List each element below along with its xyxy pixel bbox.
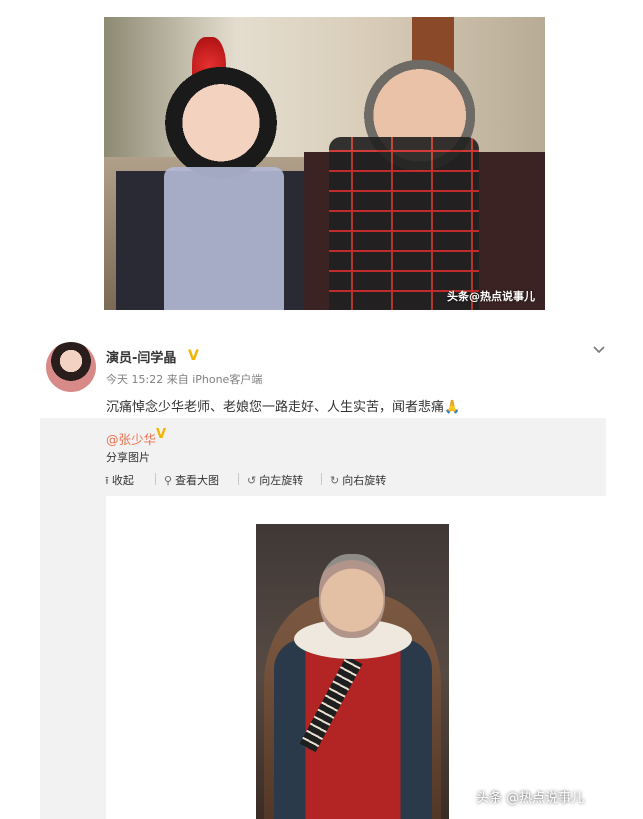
- rotate-left-button[interactable]: ↺ 向左旋转: [247, 472, 303, 488]
- verified-badge-icon: V: [156, 427, 167, 442]
- face: [319, 554, 385, 638]
- divider: [155, 473, 156, 485]
- username[interactable]: 演员-闫学晶: [106, 347, 176, 366]
- search-icon: ⚲: [164, 474, 173, 487]
- post-header: 演员-闫学晶 V 今天 15:22 来自 iPhone客户端: [46, 342, 606, 392]
- divider: [238, 473, 239, 485]
- upload-icon: ⭱: [105, 474, 109, 487]
- view-large-label: 查看大图: [175, 474, 220, 487]
- chevron-down-icon[interactable]: [592, 342, 606, 356]
- rotate-left-icon: ↺: [247, 474, 257, 487]
- apron: [164, 167, 284, 310]
- rotate-right-button[interactable]: ↻ 向右旋转: [330, 472, 386, 488]
- rotate-left-label: 向左旋转: [259, 474, 304, 487]
- rotate-right-label: 向右旋转: [342, 474, 387, 487]
- verified-badge-icon: V: [188, 348, 199, 364]
- view-large-button[interactable]: ⚲ 查看大图: [164, 472, 219, 488]
- pray-emoji-icon: 🙏: [444, 400, 461, 415]
- rotate-right-icon: ↻: [330, 474, 340, 487]
- photo-watermark: 头条@热点说事儿: [447, 290, 535, 303]
- post-text: 沉痛悼念少华老师、老娘您一路走好、人生实苦，闻者悲痛🙏: [106, 396, 460, 415]
- image-viewer: [106, 496, 606, 819]
- post-text-content: 沉痛悼念少华老师、老娘您一路走好、人生实苦，闻者悲痛: [106, 400, 445, 415]
- avatar[interactable]: [46, 342, 96, 392]
- bottom-watermark: 头条 @热点说事儿: [476, 791, 585, 806]
- collapse-label: 收起: [111, 474, 134, 487]
- repost-content: 分享图片: [106, 451, 150, 464]
- post-meta: 今天 15:22 来自 iPhone客户端: [106, 373, 263, 386]
- collapse-button[interactable]: ⭱ 收起: [105, 472, 134, 491]
- divider: [321, 473, 322, 485]
- repost-photo[interactable]: [256, 524, 449, 819]
- repost-author-link[interactable]: @张少华: [106, 429, 156, 448]
- plaid-vest: [329, 137, 479, 310]
- top-photo[interactable]: 头条@热点说事儿: [104, 17, 545, 310]
- repost-card: @张少华 V 分享图片 ⭱ 收起 ⚲ 查看大图 ↺ 向左旋转 ↻ 向右旋转: [40, 418, 606, 819]
